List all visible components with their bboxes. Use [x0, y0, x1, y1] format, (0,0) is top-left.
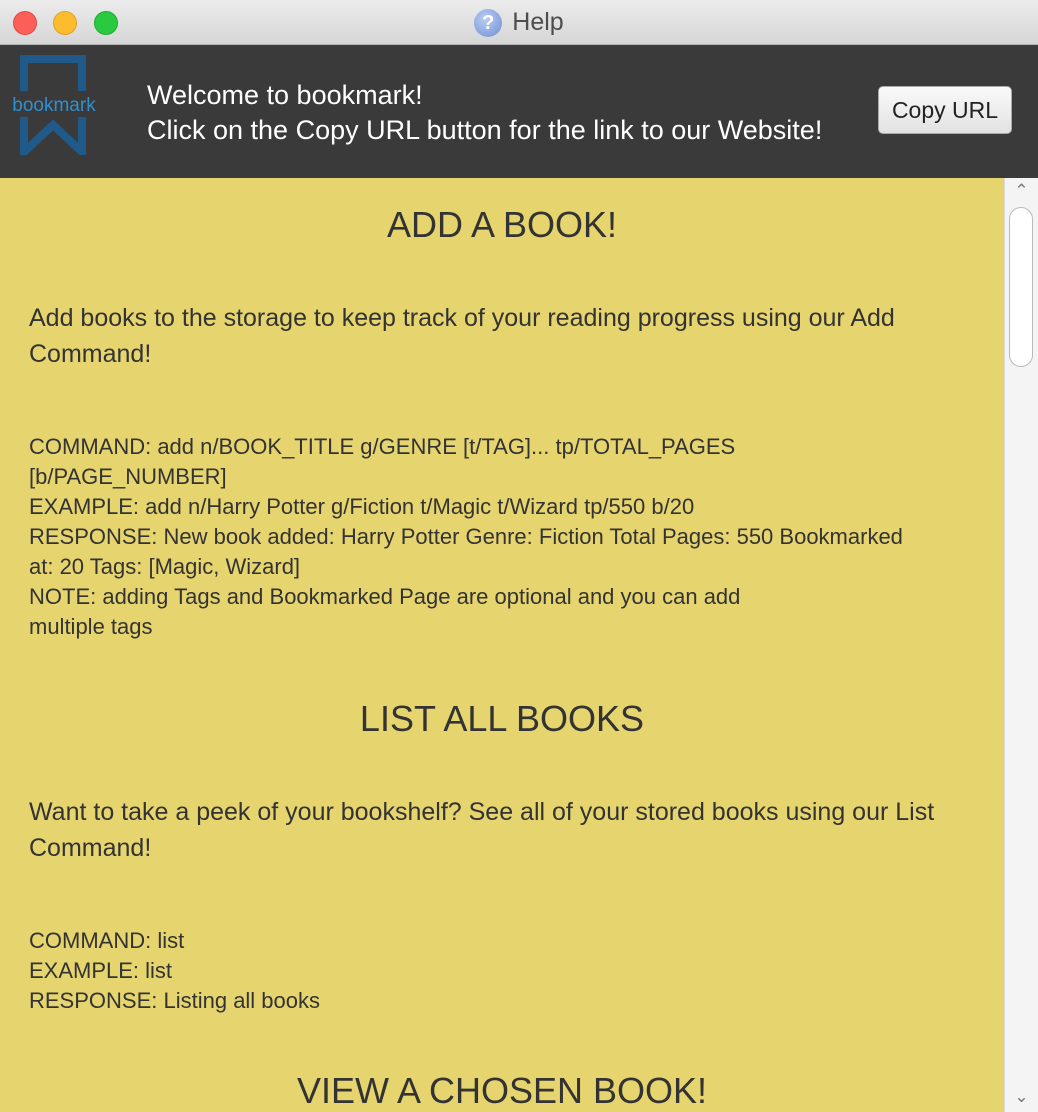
response-line: at: 20 Tags: [Magic, Wizard] — [29, 554, 301, 579]
command-details: COMMAND: list EXAMPLE: list RESPONSE: Li… — [29, 926, 989, 1016]
help-content: ADD A BOOK! Add books to the storage to … — [0, 178, 1004, 1112]
section-description: Add books to the storage to keep track o… — [29, 304, 895, 368]
note-line: multiple tags — [29, 614, 153, 639]
welcome-message: Welcome to bookmark! Click on the Copy U… — [147, 78, 822, 148]
note-line: NOTE: adding Tags and Bookmarked Page ar… — [29, 584, 741, 609]
window-title: Help — [512, 8, 564, 36]
example-line: EXAMPLE: add n/Harry Potter g/Fiction t/… — [29, 494, 695, 519]
section-heading: LIST ALL BOOKS — [359, 698, 645, 739]
command-line: COMMAND: add n/BOOK_TITLE g/GENRE [t/TAG… — [29, 434, 736, 459]
section-heading: ADD A BOOK! — [386, 204, 618, 245]
command-details: COMMAND: add n/BOOK_TITLE g/GENRE [t/TAG… — [29, 432, 989, 642]
chevron-up-icon[interactable]: ⌃ — [1005, 182, 1038, 200]
logo-text: bookmark — [12, 95, 96, 116]
app-header: bookmark Welcome to bookmark! Click on t… — [0, 45, 1038, 178]
command-line: COMMAND: list — [29, 928, 185, 953]
section-description: Want to take a peek of your bookshelf? S… — [29, 798, 935, 862]
welcome-line-2: Click on the Copy URL button for the lin… — [147, 115, 823, 145]
window-titlebar: ? Help — [0, 0, 1038, 45]
example-line: EXAMPLE: list — [29, 958, 173, 983]
section-heading: VIEW A CHOSEN BOOK! — [296, 1070, 708, 1111]
scrollbar-thumb[interactable] — [1009, 207, 1033, 367]
window-title-group: ? Help — [0, 6, 1038, 38]
welcome-line-1: Welcome to bookmark! — [147, 80, 423, 110]
bookmark-logo-icon: bookmark — [8, 55, 104, 155]
response-line: RESPONSE: New book added: Harry Potter G… — [29, 524, 903, 549]
help-icon: ? — [474, 9, 503, 38]
command-line: [b/PAGE_NUMBER] — [29, 464, 227, 489]
vertical-scrollbar[interactable]: ⌃ ⌄ — [1004, 178, 1038, 1112]
response-line: RESPONSE: Listing all books — [29, 988, 321, 1013]
copy-url-button[interactable]: Copy URL — [878, 86, 1012, 134]
chevron-down-icon[interactable]: ⌄ — [1005, 1088, 1038, 1106]
